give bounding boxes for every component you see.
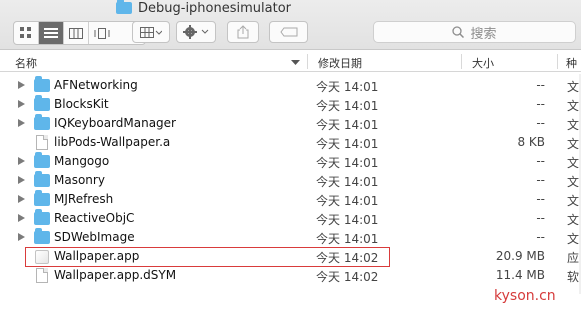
file-size: 11.4 MB bbox=[495, 268, 545, 282]
file-size: -- bbox=[536, 154, 545, 168]
arrange-grid-icon bbox=[140, 26, 162, 38]
folder-icon bbox=[34, 152, 50, 168]
file-size: -- bbox=[536, 211, 545, 225]
list-item[interactable]: BlocksKit 今天 14:01 -- 文 bbox=[0, 95, 581, 114]
disclosure-triangle-icon[interactable] bbox=[18, 100, 25, 108]
file-date: 今天 14:01 bbox=[316, 194, 379, 208]
list-item[interactable]: MJRefresh 今天 14:01 -- 文 bbox=[0, 190, 581, 209]
action-button[interactable] bbox=[176, 21, 216, 43]
search-placeholder: 搜索 bbox=[470, 26, 497, 42]
list-item[interactable]: Masonry 今天 14:01 -- 文 bbox=[0, 171, 581, 190]
column-separator[interactable] bbox=[557, 54, 558, 69]
grid-icon bbox=[20, 27, 31, 38]
column-header-kind[interactable]: 种 bbox=[566, 55, 577, 71]
file-date: 今天 14:01 bbox=[316, 232, 379, 246]
disclosure-triangle-icon[interactable] bbox=[18, 157, 25, 165]
file-name: SDWebImage bbox=[54, 230, 135, 244]
list-item[interactable]: libPods-Wallpaper.a 今天 14:01 8 KB 文 bbox=[0, 133, 581, 152]
column-header-name[interactable]: 名称 bbox=[15, 55, 37, 71]
file-size: -- bbox=[536, 116, 545, 130]
file-date: 今天 14:01 bbox=[316, 137, 379, 151]
search-icon bbox=[452, 26, 465, 38]
disclosure-triangle-icon[interactable] bbox=[18, 176, 25, 184]
document-icon bbox=[36, 135, 48, 150]
list-item[interactable]: ReactiveObjC 今天 14:01 -- 文 bbox=[0, 209, 581, 228]
list-item[interactable]: SDWebImage 今天 14:01 -- 文 bbox=[0, 228, 581, 247]
folder-icon bbox=[116, 0, 132, 14]
folder-icon bbox=[34, 171, 50, 187]
columns-icon bbox=[69, 27, 83, 39]
file-date: 今天 14:02 bbox=[316, 270, 379, 284]
list-icon bbox=[44, 27, 58, 38]
sort-indicator-icon bbox=[291, 60, 300, 65]
column-header-date[interactable]: 修改日期 bbox=[318, 55, 362, 71]
column-separator[interactable] bbox=[307, 54, 308, 69]
folder-icon bbox=[34, 190, 50, 206]
share-button[interactable] bbox=[227, 21, 259, 43]
file-name: BlocksKit bbox=[54, 97, 109, 111]
list-view-button[interactable] bbox=[39, 22, 64, 44]
gear-icon bbox=[183, 25, 209, 39]
disclosure-triangle-icon[interactable] bbox=[18, 233, 25, 241]
file-size: 8 KB bbox=[517, 135, 545, 149]
file-name: IQKeyboardManager bbox=[54, 116, 176, 130]
file-name: libPods-Wallpaper.a bbox=[54, 135, 171, 149]
file-name: Mangogo bbox=[54, 154, 110, 168]
share-icon bbox=[237, 25, 249, 39]
folder-icon bbox=[34, 114, 50, 130]
file-size: -- bbox=[536, 97, 545, 111]
file-name: MJRefresh bbox=[54, 192, 114, 206]
scrollbar-track[interactable] bbox=[575, 74, 581, 294]
file-size: -- bbox=[536, 192, 545, 206]
search-field[interactable]: 搜索 bbox=[373, 21, 576, 43]
folder-icon bbox=[34, 76, 50, 92]
list-item[interactable]: IQKeyboardManager 今天 14:01 -- 文 bbox=[0, 114, 581, 133]
list-item[interactable]: Wallpaper.app.dSYM 今天 14:02 11.4 MB 软 bbox=[0, 266, 581, 285]
document-icon bbox=[36, 268, 48, 283]
file-date: 今天 14:01 bbox=[316, 80, 379, 94]
folder-icon bbox=[34, 209, 50, 225]
icon-view-button[interactable] bbox=[14, 22, 39, 44]
file-name: ReactiveObjC bbox=[54, 211, 135, 225]
file-size: -- bbox=[536, 230, 545, 244]
window-title: Debug-iphonesimulator bbox=[116, 0, 291, 16]
column-header: 名称 修改日期 大小 种 bbox=[0, 52, 581, 72]
file-date: 今天 14:01 bbox=[316, 156, 379, 170]
cover-flow-view-button[interactable] bbox=[89, 22, 114, 44]
window-title-text: Debug-iphonesimulator bbox=[138, 0, 291, 16]
toolbar: Debug-iphonesimulator 搜索 bbox=[0, 0, 581, 50]
view-mode-segmented-control bbox=[13, 21, 146, 45]
column-separator[interactable] bbox=[461, 54, 462, 69]
highlight-box bbox=[25, 247, 390, 267]
disclosure-triangle-icon[interactable] bbox=[18, 81, 25, 89]
file-size: -- bbox=[536, 78, 545, 92]
folder-icon bbox=[34, 228, 50, 244]
cover-flow-icon bbox=[94, 27, 109, 39]
column-header-size[interactable]: 大小 bbox=[472, 55, 494, 71]
list-item[interactable]: Mangogo 今天 14:01 -- 文 bbox=[0, 152, 581, 171]
folder-icon bbox=[34, 95, 50, 111]
disclosure-triangle-icon[interactable] bbox=[18, 195, 25, 203]
arrange-button[interactable] bbox=[132, 21, 170, 43]
file-date: 今天 14:01 bbox=[316, 118, 379, 132]
watermark: kyson.cn bbox=[494, 288, 556, 304]
column-view-button[interactable] bbox=[64, 22, 89, 44]
tag-icon bbox=[279, 27, 297, 37]
file-name: Wallpaper.app.dSYM bbox=[54, 268, 177, 282]
file-size: -- bbox=[536, 173, 545, 187]
file-date: 今天 14:01 bbox=[316, 175, 379, 189]
file-date: 今天 14:01 bbox=[316, 213, 379, 227]
file-name: AFNetworking bbox=[54, 78, 138, 92]
tags-button[interactable] bbox=[269, 21, 308, 43]
disclosure-triangle-icon[interactable] bbox=[18, 214, 25, 222]
list-item[interactable]: AFNetworking 今天 14:01 -- 文 bbox=[0, 76, 581, 95]
file-name: Masonry bbox=[54, 173, 105, 187]
disclosure-triangle-icon[interactable] bbox=[18, 119, 25, 127]
file-size: 20.9 MB bbox=[495, 249, 545, 263]
file-date: 今天 14:01 bbox=[316, 99, 379, 113]
